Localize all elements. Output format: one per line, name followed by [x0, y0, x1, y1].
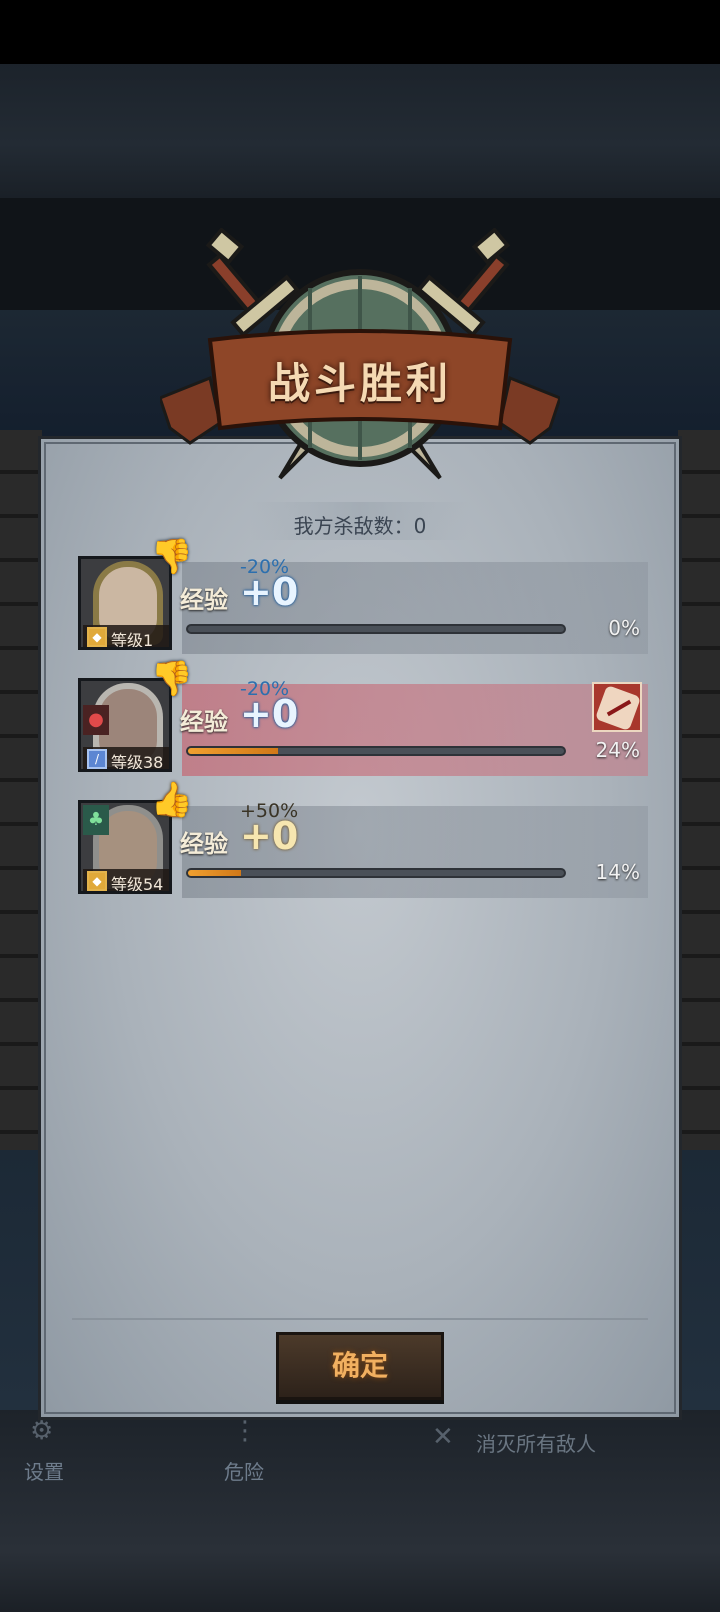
exp-label: 经验	[180, 586, 228, 614]
victory-title: 战斗胜利	[267, 359, 452, 408]
thumbs-down-icon: 👍	[150, 658, 194, 698]
exp-label: 经验	[180, 708, 228, 736]
shield-icon: ◆	[87, 871, 107, 891]
alert-icon[interactable]: ⋮	[232, 1416, 258, 1446]
exp-progress-bar	[186, 624, 566, 634]
background-bottom	[0, 1410, 720, 1612]
exp-progress-bar	[186, 746, 566, 756]
gear-icon[interactable]: ⚙	[30, 1416, 53, 1446]
exp-progress-percent: 24%	[595, 738, 640, 762]
danger-label[interactable]: 危险	[224, 1456, 264, 1485]
level-tag: ◆ 等级54	[83, 869, 169, 894]
level-tag: / 等级38	[83, 747, 169, 772]
exp-progress-percent: 0%	[608, 616, 640, 640]
exp-value: +0	[240, 692, 299, 736]
exp-progress-bar	[186, 868, 566, 878]
kill-count: 我方杀敌数：0	[293, 514, 427, 538]
exp-value: +0	[240, 814, 299, 858]
crossed-swords-icon: ✕	[432, 1422, 454, 1452]
exp-progress-fill	[188, 748, 279, 754]
hero-row: ● / 等级38 👍 -20% 经验 +0 24%	[78, 658, 648, 776]
level-text: 等级38	[111, 753, 164, 772]
exp-label: 经验	[180, 830, 228, 858]
top-black-bar	[0, 0, 720, 64]
sword-icon: /	[87, 749, 107, 769]
confirm-button[interactable]: 确定	[276, 1332, 444, 1400]
exp-value: +0	[240, 570, 299, 614]
tree-icon: ♣	[83, 805, 109, 835]
exp-progress-fill	[188, 870, 241, 876]
background-ceiling	[0, 64, 720, 198]
exp-progress-percent: 14%	[595, 860, 640, 884]
blood-drop-icon: ●	[83, 705, 109, 735]
shield-icon: ◆	[87, 627, 107, 647]
thumbs-up-icon: 👍	[150, 780, 194, 820]
settings-label[interactable]: 设置	[24, 1456, 64, 1485]
hero-row: ♣ ◆ 等级54 👍 +50% 经验 +0 14%	[78, 780, 648, 898]
thumbs-down-icon: 👍	[150, 536, 194, 576]
injury-icon[interactable]	[592, 682, 642, 732]
level-text: 等级54	[111, 875, 164, 894]
objective-label: 消灭所有敌人	[476, 1432, 596, 1456]
hero-row: ◆ 等级1 👍 -20% 经验 +0 0%	[78, 536, 648, 654]
level-text: 等级1	[111, 631, 154, 650]
panel-divider	[72, 1318, 648, 1320]
level-tag: ◆ 等级1	[83, 625, 169, 650]
